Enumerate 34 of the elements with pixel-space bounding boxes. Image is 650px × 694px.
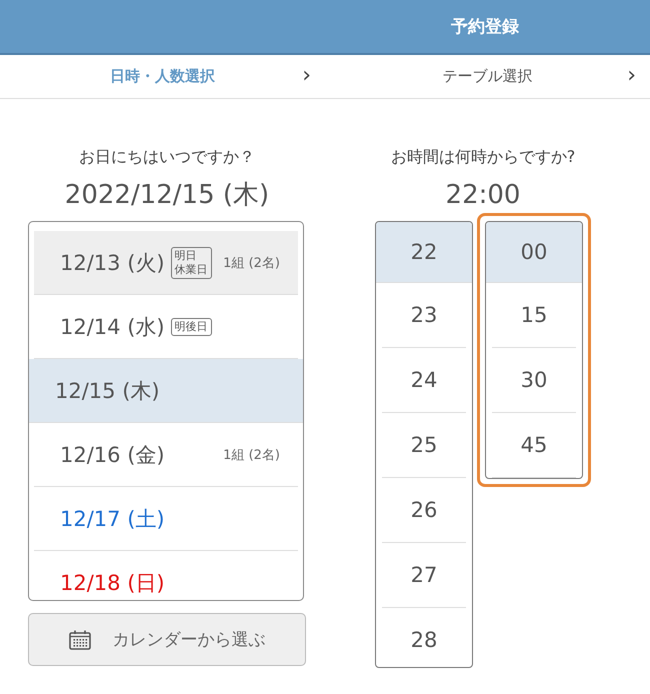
date-label: 12/16 (金) xyxy=(60,442,165,468)
date-label: 12/14 (水) xyxy=(60,314,165,340)
calendar-icon xyxy=(68,630,90,650)
hour-option[interactable]: 23 xyxy=(382,283,466,348)
minute-option[interactable]: 15 xyxy=(492,283,576,348)
date-row[interactable]: 12/15 (木) xyxy=(29,359,303,423)
tag-line: 明後日 xyxy=(174,320,208,334)
hour-option[interactable]: 27 xyxy=(382,543,466,608)
chevron-icon: › xyxy=(302,63,311,88)
hour-option[interactable]: 26 xyxy=(382,478,466,543)
step-tab[interactable]: 日時・人数選択 › xyxy=(0,55,325,98)
minute-option[interactable]: 30 xyxy=(492,348,576,413)
calendar-button[interactable]: カレンダーから選ぶ xyxy=(28,613,306,666)
minute-option[interactable]: 00 xyxy=(486,222,582,283)
booking-count: 1組 (2名) xyxy=(223,254,280,272)
tag-line: 明日 xyxy=(174,248,197,262)
booking-count: 1組 (2名) xyxy=(223,446,280,464)
minute-option[interactable]: 45 xyxy=(492,413,576,478)
chevron-icon: › xyxy=(627,63,636,88)
question-text: お日にちはいつですか？ xyxy=(79,146,255,168)
selected-time: 22:00 xyxy=(446,179,520,212)
hour-option[interactable]: 24 xyxy=(382,348,466,413)
step-tab[interactable]: テーブル選択 › xyxy=(325,55,650,98)
date-label: 12/18 (日) xyxy=(60,570,165,596)
hour-option[interactable]: 22 xyxy=(376,222,472,283)
selected-date: 2022/12/15 (木) xyxy=(64,179,270,212)
question-text: お時間は何時からですか? xyxy=(390,146,576,168)
page-title: 予約登録 xyxy=(451,16,519,38)
date-label: 12/17 (土) xyxy=(60,506,165,532)
tag-line: 休業日 xyxy=(174,262,208,276)
date-label: 12/13 (火) xyxy=(60,250,165,276)
hour-option[interactable]: 25 xyxy=(382,413,466,478)
hour-option[interactable]: 28 xyxy=(382,608,466,667)
date-label: 12/15 (木) xyxy=(55,378,160,404)
